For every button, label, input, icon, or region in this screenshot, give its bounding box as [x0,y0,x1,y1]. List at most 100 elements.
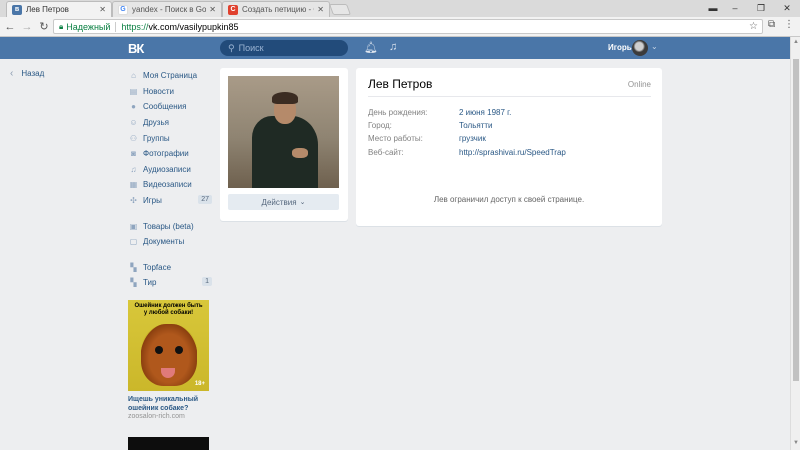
nav-item-label: Товары (beta) [143,221,194,231]
divider [368,96,651,97]
vk-header: ВК ⚲ 🔔︎ ♫ Игорь ⌄ [0,37,790,59]
nav-item-messages[interactable]: ● Сообщения [128,99,212,115]
games-count-badge: 27 [198,194,212,204]
back-link[interactable]: ‹ Назад [10,68,44,79]
photo-hand [292,148,308,158]
profile-photo-card: Действия ⌄ [220,68,348,221]
nav-item-label: Сообщения [143,102,187,112]
reload-icon[interactable]: ↻ [37,20,51,34]
nav-item-documents[interactable]: ▢ Документы [128,234,212,250]
workplace-value[interactable]: грузчик [459,134,486,143]
ad-image[interactable]: Ошейник должен быть у любой собаки! 18+ [128,300,209,391]
nav-item-label: Друзья [143,118,169,128]
dog-eye [155,346,163,354]
forward-arrow-icon[interactable]: → [20,20,34,34]
field-label: День рождения: [368,108,428,117]
back-label: Назад [21,69,45,78]
scrollbar-thumb[interactable] [793,59,799,381]
tab-title: yandex - Поиск в Google [132,5,207,14]
music-icon: ♫ [130,164,137,174]
back-arrow-icon[interactable]: ← [3,20,17,34]
avatar[interactable] [632,40,648,56]
nav-item-label: Моя Страница [143,71,198,81]
nav-item-photos[interactable]: ◙ Фотографии [128,146,212,162]
access-restricted-message: Лев ограничил доступ к своей странице. [433,195,585,204]
url-scheme: https:// [121,21,149,32]
goods-icon: ▣ [129,221,138,231]
tab-vk-profile[interactable]: в Лев Петров ✕ [6,1,112,17]
nav-item-label: Игры [143,196,162,206]
field-label: Место работы: [368,134,423,143]
groups-icon: ⚇ [129,133,138,143]
nav-item-groups[interactable]: ⚇ Группы [128,130,212,146]
tab-title: Создать петицию - Chan [242,5,314,14]
search-input[interactable] [238,43,339,53]
music-note-icon[interactable]: ♫ [389,41,397,53]
change-org-icon: C [228,4,238,15]
profile-photo[interactable] [228,76,339,188]
user-name[interactable]: Игорь [608,43,632,52]
nav-item-label: Документы [143,237,185,247]
tir-count-badge: 1 [202,277,212,287]
home-icon: ⌂ [131,71,136,81]
minimize-icon[interactable]: – [722,0,748,16]
left-nav: ⌂ Моя Страница ▤ Новости ● Сообщения ☺ Друзь… [128,68,212,291]
menu-icon[interactable]: ⋮ [784,19,794,30]
browser-tab-strip: в Лев Петров ✕ G yandex - Поиск в Google… [0,0,800,17]
nav-item-label: Фотографии [143,149,189,159]
lock-icon: 🔒︎ [59,21,64,31]
city-value[interactable]: Тольятти [459,121,493,130]
divider [115,21,117,32]
nav-item-tir[interactable]: ▚ Тир 1 [128,275,212,291]
chevron-down-icon[interactable]: ⌄ [651,42,658,51]
vk-logo[interactable]: ВК [128,41,144,56]
nav-item-news[interactable]: ▤ Новости [128,84,212,100]
ad-domain[interactable]: zoosalon-rich.com [128,413,185,420]
nav-item-goods[interactable]: ▣ Товары (beta) [128,218,212,234]
close-icon[interactable]: ✕ [317,5,324,14]
profile-info-card: Лев Петров Online День рождения: 2 июня … [356,68,662,226]
nav-divider [128,208,212,218]
close-window-icon[interactable]: ✕ [774,0,800,16]
app-icon: ▚ [130,278,137,288]
camera-icon: ◙ [131,149,136,159]
chevron-left-icon: ‹ [10,68,14,79]
nav-item-label: Новости [143,86,174,96]
nav-item-friends[interactable]: ☺ Друзья [128,115,212,131]
browser-toolbar: ← → ↻ 🔒︎ Надежный https:// vk.com/vasily… [0,17,800,37]
nav-item-topface[interactable]: ▚ Topface [128,260,212,276]
birthday-value[interactable]: 2 июня 1987 г. [459,108,511,117]
maximize-icon[interactable]: ❐ [748,0,774,16]
dog-eye [175,346,183,354]
messages-icon: ● [131,102,136,112]
website-link[interactable]: http://sprashivai.ru/SpeedTrap [459,148,566,157]
page-scrollbar[interactable]: ▲ ▼ [790,37,800,450]
photo-figure [252,116,318,188]
nav-item-audio[interactable]: ♫ Аудиозаписи [128,162,212,178]
bookmark-star-icon[interactable]: ☆ [749,21,758,32]
age-rating: 18+ [194,381,205,387]
vk-icon: в [12,4,22,15]
nav-item-video[interactable]: ▦ Видеозаписи [128,177,212,193]
video-icon: ▦ [129,180,138,190]
actions-button[interactable]: Действия ⌄ [228,194,339,210]
close-icon[interactable]: ✕ [99,5,106,14]
second-ad-image[interactable] [128,437,209,450]
nav-item-games[interactable]: ✣ Игры 27 [128,193,212,209]
address-bar[interactable]: 🔒︎ Надежный https:// vk.com/vasilypupkin… [53,19,763,34]
bell-icon[interactable]: 🔔︎ [364,41,378,54]
ad-image-text: Ошейник должен быть у любой собаки! [134,303,203,316]
tab-change-petition[interactable]: C Создать петицию - Chan ✕ [222,1,330,17]
extension-icon[interactable]: ⧉ [768,19,775,30]
close-icon[interactable]: ✕ [209,5,216,14]
new-tab-button[interactable] [328,4,352,15]
nav-item-my-page[interactable]: ⌂ Моя Страница [128,68,212,84]
scroll-down-icon[interactable]: ▼ [793,440,799,446]
ad-caption[interactable]: Ищешь уникальный ошейник собаке? [128,395,218,413]
nav-item-label: Группы [143,133,170,143]
tab-google-search[interactable]: G yandex - Поиск в Google ✕ [112,1,222,17]
security-label: Надежный [66,21,111,32]
search-box[interactable]: ⚲ [220,40,348,56]
photo-hair [272,92,298,104]
scroll-up-icon[interactable]: ▲ [793,39,799,45]
